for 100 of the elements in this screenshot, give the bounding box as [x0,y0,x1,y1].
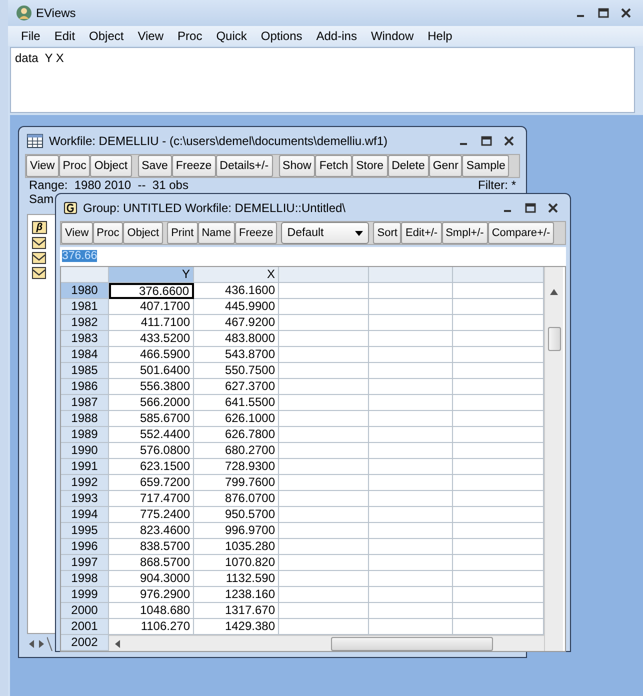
row-header[interactable]: 1995 [61,523,109,539]
corner-cell [61,267,109,283]
row-header[interactable]: 2002 [61,635,109,651]
series-icon[interactable] [32,267,46,279]
row-header[interactable]: 2001 [61,619,109,635]
row-header[interactable]: 1982 [61,315,109,331]
scrollbar-thumb[interactable] [331,636,493,650]
table-cell: 467.9200 [194,315,279,331]
toolbar-button[interactable]: Print [167,222,198,244]
row-header[interactable]: 1984 [61,347,109,363]
row-header[interactable]: 1994 [61,507,109,523]
row-header[interactable]: 1991 [61,459,109,475]
group-icon [64,202,77,214]
scroll-up-icon[interactable] [550,289,558,295]
table-cell: 799.7600 [194,475,279,491]
row-header[interactable]: 1987 [61,395,109,411]
filter-text: Filter: * [478,179,516,192]
toolbar-button[interactable]: View [61,222,93,244]
row-header[interactable]: 1999 [61,587,109,603]
vertical-scrollbar[interactable] [544,267,563,651]
toolbar-button[interactable]: Compare+/- [488,222,554,244]
toolbar-button[interactable]: Edit+/- [401,222,442,244]
table-cell: 868.5700 [109,555,194,571]
column-header[interactable]: X [194,267,279,283]
row-header[interactable]: 1983 [61,331,109,347]
series-icon[interactable] [32,252,46,264]
view-dropdown[interactable]: Default [281,222,370,244]
table-cell: 728.9300 [194,459,279,475]
toolbar-button[interactable]: Store [352,155,388,177]
row-header[interactable]: 1990 [61,443,109,459]
toolbar-button[interactable]: Object [90,155,132,177]
maximize-icon[interactable] [525,202,536,212]
toolbar-button[interactable]: Smpl+/- [442,222,488,244]
maximize-icon[interactable] [481,136,492,146]
row-header[interactable]: 1988 [61,411,109,427]
row-header[interactable]: 1992 [61,475,109,491]
menu-item[interactable]: Proc [170,29,210,43]
menu-item[interactable]: Edit [47,29,82,43]
scroll-left-icon[interactable] [29,640,35,648]
command-window[interactable]: data Y X [10,47,635,113]
toolbar-button[interactable]: Freeze [172,155,216,177]
row-header[interactable]: 1985 [61,363,109,379]
menu-item[interactable]: Add-ins [309,29,364,43]
command-text: data Y X [15,51,64,65]
menu-item[interactable]: Quick [209,29,254,43]
menu-item[interactable]: Window [364,29,421,43]
table-cell: 1035.280 [194,539,279,555]
table-cell: 501.6400 [109,363,194,379]
toolbar-button[interactable]: Proc [92,222,124,244]
toolbar-button[interactable]: View [26,155,59,177]
row-header[interactable]: 1993 [61,491,109,507]
table-icon [27,134,43,148]
sheet-tab[interactable] [47,637,53,651]
horizontal-scrollbar[interactable] [109,635,544,651]
table-cell: 876.0700 [194,491,279,507]
row-header[interactable]: 1986 [61,379,109,395]
maximize-icon[interactable] [598,8,609,18]
table-cell: 626.7800 [194,427,279,443]
toolbar-button[interactable]: Name [198,222,236,244]
close-icon[interactable] [621,8,631,18]
menu-item[interactable]: Object [82,29,131,43]
table-cell: 641.5500 [194,395,279,411]
table-cell: 466.5900 [109,347,194,363]
menu-item[interactable]: Options [254,29,310,43]
row-header[interactable]: 1998 [61,571,109,587]
scroll-right-icon[interactable] [38,640,44,648]
close-icon[interactable] [548,202,558,212]
table-cell: 1070.820 [194,555,279,571]
close-icon[interactable] [504,136,514,146]
table-cell: 1317.670 [194,603,279,619]
app-logo-icon [16,5,32,21]
row-header[interactable]: 1996 [61,539,109,555]
row-header[interactable]: 2000 [61,603,109,619]
scroll-left-icon[interactable] [115,640,121,648]
toolbar-button[interactable]: Show [278,155,316,177]
row-header[interactable]: 1981 [61,299,109,315]
menu-item[interactable]: Help [420,29,460,43]
table-cell: 411.7100 [109,315,194,331]
table-cell: 550.7500 [194,363,279,379]
row-header[interactable]: 1997 [61,555,109,571]
menu-item[interactable]: View [130,29,171,43]
row-header[interactable]: 1989 [61,427,109,443]
toolbar-button[interactable]: Fetch [315,155,352,177]
toolbar-button[interactable]: Proc [58,155,90,177]
toolbar-button[interactable]: Object [123,222,164,244]
table-cell: 775.2400 [109,507,194,523]
toolbar-button[interactable]: Sample [462,155,510,177]
toolbar-button[interactable]: Sort [373,222,402,244]
menu-item[interactable]: File [14,29,48,43]
toolbar-button[interactable]: Freeze [235,222,278,244]
toolbar-button[interactable]: Genr [428,155,462,177]
toolbar-button[interactable]: Delete [388,155,429,177]
column-header[interactable]: Y [109,267,194,283]
toolbar-button[interactable]: Details+/- [216,155,273,177]
series-icon[interactable] [32,237,46,249]
table-cell: 585.6700 [109,411,194,427]
coefficient-icon[interactable]: β [32,221,47,234]
scrollbar-thumb[interactable] [548,327,560,351]
toolbar-button[interactable]: Save [138,155,172,177]
row-header[interactable]: 1980 [61,283,109,299]
